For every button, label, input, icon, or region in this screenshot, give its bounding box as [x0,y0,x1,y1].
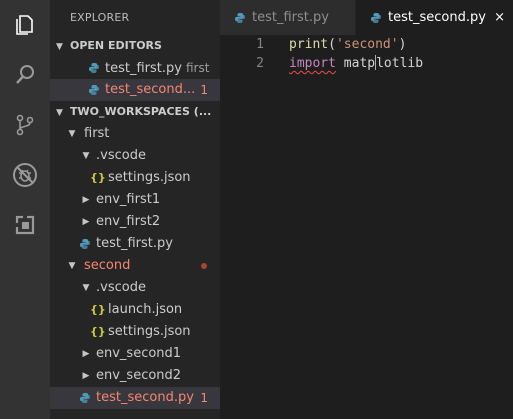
chevron-down-icon: ▼ [68,129,76,139]
workspace-header[interactable]: ▼ TWO_WORKSPACES (... [50,101,220,123]
chevron-right-icon: ▶ [82,371,90,381]
open-editor-description: first [185,61,210,75]
chevron-down-icon: ▼ [82,151,90,161]
line-number: 2 [256,56,264,71]
explorer-sidebar: EXPLORER ▼ OPEN EDITORS test_first.py firs… [50,0,220,419]
python-file-icon [371,13,381,23]
token-paren: ) [398,37,407,52]
chevron-down-icon: ▼ [56,108,63,118]
vscode-window: EXPLORER ▼ OPEN EDITORS test_first.py firs… [0,0,513,419]
token-function: print [289,37,329,52]
tree-folder-env-first2[interactable]: ▶ env_first2 [50,211,220,233]
tree-folder-label: env_second1 [96,346,182,361]
tree-folder-label: .vscode [96,148,146,163]
python-file-icon [89,63,99,73]
tree-file-settings-first[interactable]: {} settings.json [50,167,220,189]
open-editors-header[interactable]: ▼ OPEN EDITORS [50,35,220,57]
activity-bar [0,0,50,419]
workspace-header-label: TWO_WORKSPACES (... [70,105,212,118]
files-icon[interactable] [0,0,50,50]
tree-folder-vscode-second[interactable]: ▼ .vscode [50,277,220,299]
open-editor-test-first[interactable]: test_first.py first [50,57,220,79]
problem-count-badge: 1 [200,391,208,405]
line-number: 1 [256,37,264,52]
tree-file-label: launch.json [108,302,183,317]
json-file-icon: {} [90,325,106,338]
token-paren: ( [328,37,336,52]
tree-folder-label: second [84,258,131,273]
chevron-down-icon: ▼ [82,283,90,293]
debug-icon[interactable] [0,150,50,200]
editor-tabs: test_first.py test_second.py × [220,0,513,35]
tree-file-label: test_second.py [96,390,194,405]
problem-count-badge: 1 [200,83,208,97]
tree-file-label: test_first.py [96,236,173,251]
tab-label: test_second.py [388,10,486,25]
token-text: matp [335,56,376,71]
tree-folder-env-second2[interactable]: ▶ env_second2 [50,365,220,387]
token-text: lotlib [376,56,424,71]
chevron-down-icon: ▼ [68,261,76,271]
tree-folder-label: env_first2 [96,214,161,229]
tree-folder-second[interactable]: ▼ second [50,255,220,277]
tree-folder-label: env_second2 [96,368,182,383]
tab-label: test_first.py [252,10,329,25]
tree-folder-env-first1[interactable]: ▶ env_first1 [50,189,220,211]
token-string: 'second' [335,37,399,52]
python-file-icon [89,85,99,95]
code-editor[interactable]: 1 print('second') 2 import matplotlib [220,35,513,419]
tree-folder-first[interactable]: ▼ first [50,123,220,145]
python-file-icon [235,13,245,23]
open-editors-header-label: OPEN EDITORS [70,39,162,52]
token-keyword-error: import [289,56,336,71]
tab-test-first[interactable]: test_first.py [220,0,355,35]
python-file-icon [80,239,90,249]
line-text: print('second') [289,35,406,54]
source-control-icon[interactable] [0,100,50,150]
tree-file-launch[interactable]: {} launch.json [50,299,220,321]
tree-file-test-first[interactable]: test_first.py [50,233,220,255]
python-file-icon [80,393,90,403]
tree-folder-label: .vscode [96,280,146,295]
json-file-icon: {} [90,303,106,316]
close-icon[interactable]: × [494,0,505,35]
tree-file-test-second[interactable]: test_second.py 1 [50,387,220,409]
json-file-icon: {} [90,171,106,184]
error-dot-icon [201,263,207,269]
chevron-right-icon: ▶ [82,217,90,227]
chevron-down-icon: ▼ [56,42,63,52]
sidebar-title: EXPLORER [70,11,130,24]
chevron-right-icon: ▶ [82,349,90,359]
editor-area: test_first.py test_second.py × 1 print('… [220,0,513,419]
line-text: import matplotlib [289,54,423,73]
tree-file-label: settings.json [108,170,191,185]
chevron-right-icon: ▶ [82,195,90,205]
tree-file-label: settings.json [108,324,191,339]
code-line: 1 print('second') [220,35,513,54]
open-editor-label: test_first.py [105,61,182,76]
tree-folder-label: env_first1 [96,192,161,207]
extensions-icon[interactable] [0,200,50,250]
open-editor-test-second[interactable]: test_second... 1 [50,79,220,101]
open-editor-label: test_second... [105,82,196,97]
code-line: 2 import matplotlib [220,54,513,73]
tab-test-second[interactable]: test_second.py × [356,0,513,35]
tree-folder-vscode-first[interactable]: ▼ .vscode [50,145,220,167]
tree-folder-label: first [84,126,110,141]
tree-folder-env-second1[interactable]: ▶ env_second1 [50,343,220,365]
search-icon[interactable] [0,50,50,100]
tree-file-settings-second[interactable]: {} settings.json [50,321,220,343]
